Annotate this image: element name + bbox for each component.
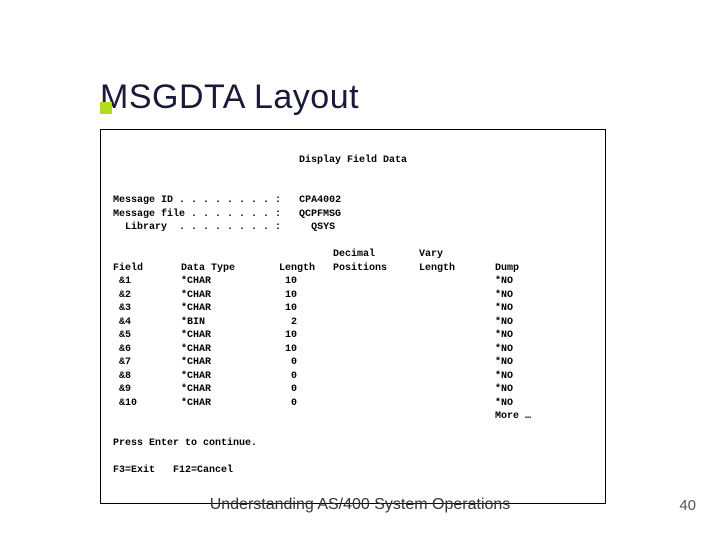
slide-title: MSGDTA Layout [100, 78, 660, 117]
screen-heading: Display Field Data [113, 154, 593, 168]
table-row: &2*CHAR10*NO [113, 289, 541, 303]
table-row: &4*BIN2*NO [113, 316, 541, 330]
col-header-1: Decimal Vary [113, 248, 541, 262]
table-row: &8*CHAR0*NO [113, 370, 541, 384]
table-row: &3*CHAR10*NO [113, 302, 541, 316]
bullet-accent [100, 102, 112, 114]
table-row: &1*CHAR10*NO [113, 275, 541, 289]
table-row: &5*CHAR10*NO [113, 329, 541, 343]
hdr-row: Message ID . . . . . . . . : CPA4002 [113, 195, 341, 206]
more-row: More … [113, 410, 541, 424]
table-row: &7*CHAR0*NO [113, 356, 541, 370]
slide-footer: Understanding AS/400 System Operations [0, 496, 720, 514]
hdr-row: Message file . . . . . . . : QCPFMSG [113, 209, 341, 220]
table-row: &10*CHAR0*NO [113, 397, 541, 411]
page-number: 40 [679, 497, 696, 514]
hdr-row: Library . . . . . . . . : QSYS [113, 222, 335, 233]
table-row: &9*CHAR0*NO [113, 383, 541, 397]
prompt-line: Press Enter to continue. [113, 438, 257, 449]
table-row: &6*CHAR10*NO [113, 343, 541, 357]
field-table: Decimal Vary Field Data Type Length Posi… [113, 248, 541, 424]
terminal-panel: Display Field Data Message ID . . . . . … [100, 129, 606, 504]
col-header-2: Field Data Type Length Positions Length … [113, 262, 541, 276]
fkey-line: F3=Exit F12=Cancel [113, 465, 233, 476]
